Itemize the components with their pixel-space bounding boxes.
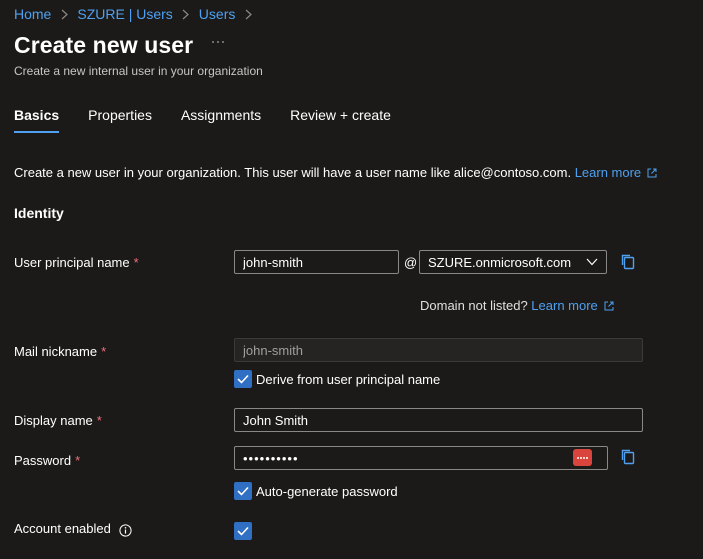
page-subtitle: Create a new internal user in your organ… bbox=[14, 64, 263, 78]
upn-label-text: User principal name bbox=[14, 255, 130, 270]
password-input[interactable] bbox=[234, 446, 608, 470]
domain-learn-more-label: Learn more bbox=[531, 298, 598, 313]
page-title: Create new user bbox=[14, 32, 194, 58]
account-enabled-label: Account enabled bbox=[14, 521, 111, 536]
copy-icon[interactable] bbox=[619, 448, 637, 466]
tab-basics[interactable]: Basics bbox=[14, 107, 60, 133]
display-name-input[interactable] bbox=[234, 408, 643, 432]
copy-icon[interactable] bbox=[619, 253, 637, 271]
learn-more-link[interactable]: Learn more bbox=[575, 165, 657, 180]
external-link-icon bbox=[604, 301, 614, 311]
breadcrumb: Home SZURE | Users Users bbox=[14, 5, 261, 23]
mail-nickname-label: Mail nickname * bbox=[14, 344, 106, 359]
required-marker: * bbox=[101, 344, 107, 359]
tab-review-create[interactable]: Review + create bbox=[290, 107, 391, 133]
tab-properties[interactable]: Properties bbox=[88, 107, 152, 133]
intro-description: Create a new user in your organization. … bbox=[14, 165, 572, 180]
password-reveal-icon[interactable] bbox=[573, 449, 592, 466]
auto-generate-password-label: Auto-generate password bbox=[256, 484, 398, 499]
breadcrumb-users[interactable]: Users bbox=[199, 6, 236, 22]
chevron-right-icon bbox=[243, 9, 253, 20]
external-link-icon bbox=[647, 168, 657, 178]
checkmark-icon bbox=[237, 486, 249, 496]
password-label: Password * bbox=[14, 453, 80, 468]
account-enabled-checkbox[interactable] bbox=[234, 522, 252, 540]
upn-input[interactable] bbox=[234, 250, 399, 274]
required-marker: * bbox=[96, 413, 102, 428]
chevron-right-icon bbox=[181, 9, 191, 20]
domain-note-text: Domain not listed? bbox=[420, 298, 528, 313]
breadcrumb-home[interactable]: Home bbox=[14, 6, 51, 22]
domain-learn-more-link[interactable]: Learn more bbox=[531, 298, 614, 313]
chevron-down-icon bbox=[586, 258, 598, 266]
domain-select[interactable]: SZURE.onmicrosoft.com bbox=[419, 250, 607, 274]
upn-label: User principal name * bbox=[14, 255, 139, 270]
password-label-text: Password bbox=[14, 453, 72, 468]
intro-text: Create a new user in your organization. … bbox=[14, 165, 657, 180]
more-options-icon[interactable] bbox=[212, 39, 228, 45]
display-name-label: Display name * bbox=[14, 413, 102, 428]
chevron-right-icon bbox=[59, 9, 69, 20]
domain-select-value: SZURE.onmicrosoft.com bbox=[428, 254, 572, 270]
tab-list: Basics Properties Assignments Review + c… bbox=[14, 107, 420, 133]
display-name-label-text: Display name bbox=[14, 413, 93, 428]
domain-note: Domain not listed? Learn more bbox=[420, 298, 614, 313]
required-marker: * bbox=[75, 453, 81, 468]
info-icon[interactable] bbox=[119, 524, 132, 537]
checkmark-icon bbox=[237, 526, 249, 536]
section-identity: Identity bbox=[14, 205, 64, 221]
derive-from-upn-checkbox[interactable] bbox=[234, 370, 252, 388]
breadcrumb-szure-users[interactable]: SZURE | Users bbox=[77, 6, 172, 22]
required-marker: * bbox=[133, 255, 139, 270]
mail-nickname-label-text: Mail nickname bbox=[14, 344, 98, 359]
tab-assignments[interactable]: Assignments bbox=[181, 107, 261, 133]
checkmark-icon bbox=[237, 374, 249, 384]
derive-from-upn-label: Derive from user principal name bbox=[256, 372, 441, 387]
auto-generate-password-checkbox[interactable] bbox=[234, 482, 252, 500]
mail-nickname-input bbox=[234, 338, 643, 362]
at-sign: @ bbox=[404, 255, 418, 270]
learn-more-label: Learn more bbox=[574, 165, 642, 180]
